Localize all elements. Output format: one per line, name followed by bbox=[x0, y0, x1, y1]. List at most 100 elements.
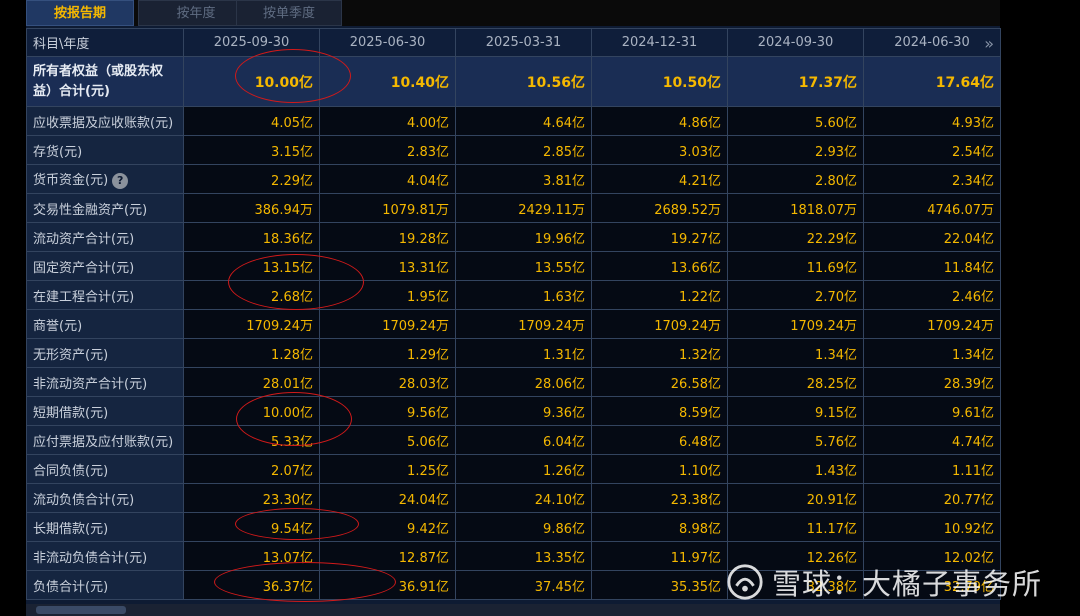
table-cell: 1.34亿 bbox=[727, 338, 864, 368]
table-cell: 3.15亿 bbox=[183, 135, 320, 165]
table-cell: 2.70亿 bbox=[727, 280, 864, 310]
table-cell: 4746.07万 bbox=[863, 193, 1001, 223]
table-cell: 5.06亿 bbox=[319, 425, 456, 455]
table-cell: 1.29亿 bbox=[319, 338, 456, 368]
table-cell: 4.21亿 bbox=[591, 164, 728, 194]
row-label-text: 应收票据及应收账款(元) bbox=[33, 115, 174, 131]
table-cell: 22.04亿 bbox=[863, 222, 1001, 252]
tab-bar: 按报告期 按年度 按单季度 bbox=[26, 0, 1000, 26]
table-cell: 1.43亿 bbox=[727, 454, 864, 484]
row-label-text: 货币资金(元) bbox=[33, 173, 109, 189]
table-cell: 9.61亿 bbox=[863, 396, 1001, 426]
table-cell: 11.17亿 bbox=[727, 512, 864, 542]
table-cell: 9.42亿 bbox=[319, 512, 456, 542]
row-label-text: 长期借款(元) bbox=[33, 521, 109, 537]
question-circle-icon[interactable]: ? bbox=[112, 172, 129, 189]
table-cell: 1.63亿 bbox=[455, 280, 592, 310]
double-chevron-right-icon[interactable]: » bbox=[984, 34, 994, 53]
row-label: 交易性金融资产(元) bbox=[26, 193, 184, 223]
table-cell: 24.04亿 bbox=[319, 483, 456, 513]
table-cell: 2.93亿 bbox=[727, 135, 864, 165]
row-label-text: 应付票据及应付账款(元) bbox=[33, 434, 174, 450]
table-cell: 18.36亿 bbox=[183, 222, 320, 252]
table-cell: 13.07亿 bbox=[183, 541, 320, 571]
table-cell: 36.37亿 bbox=[183, 570, 320, 600]
row-label: 负债合计(元) bbox=[26, 570, 184, 600]
table-cell: 2689.52万 bbox=[591, 193, 728, 223]
row-label: 流动资产合计(元) bbox=[26, 222, 184, 252]
table-row: 短期借款(元) 10.00亿 9.56亿 9.36亿 8.59亿 9.15亿 9.61亿 bbox=[26, 396, 1001, 426]
row-label: 非流动资产合计(元) bbox=[26, 367, 184, 397]
scrollbar-thumb[interactable] bbox=[36, 606, 126, 614]
table-cell: 8.98亿 bbox=[591, 512, 728, 542]
table-cell: 28.03亿 bbox=[319, 367, 456, 397]
row-label-text: 固定资产合计(元) bbox=[33, 260, 135, 276]
row-label-text: 短期借款(元) bbox=[33, 405, 109, 421]
table-cell: 2.85亿 bbox=[455, 135, 592, 165]
table-cell: 6.48亿 bbox=[591, 425, 728, 455]
tab-by-report-period[interactable]: 按报告期 bbox=[26, 0, 134, 26]
table-cell: 1.34亿 bbox=[863, 338, 1001, 368]
tab-by-quarter[interactable]: 按单季度 bbox=[236, 0, 342, 26]
table-cell: 1709.24万 bbox=[727, 309, 864, 339]
table-cell: 1.11亿 bbox=[863, 454, 1001, 484]
watermark: 雪球：大橘子事务所 bbox=[726, 562, 1042, 602]
table-cell: 5.60亿 bbox=[727, 106, 864, 136]
table-cell: 10.40亿 bbox=[319, 56, 456, 107]
table-cell: 9.54亿 bbox=[183, 512, 320, 542]
row-label-text: 非流动资产合计(元) bbox=[33, 376, 148, 392]
table-cell: 20.91亿 bbox=[727, 483, 864, 513]
row-label-text: 流动负债合计(元) bbox=[33, 492, 135, 508]
table-cell: 4.00亿 bbox=[319, 106, 456, 136]
row-label: 合同负债(元) bbox=[26, 454, 184, 484]
table-cell: 20.77亿 bbox=[863, 483, 1001, 513]
row-label: 所有者权益（或股东权益）合计(元) bbox=[26, 56, 184, 107]
table-cell: 4.86亿 bbox=[591, 106, 728, 136]
row-label-text: 负债合计(元) bbox=[33, 579, 109, 595]
table-cell: 2.46亿 bbox=[863, 280, 1001, 310]
table-cell: 10.56亿 bbox=[455, 56, 592, 107]
row-label: 非流动负债合计(元) bbox=[26, 541, 184, 571]
table-cell: 4.74亿 bbox=[863, 425, 1001, 455]
table-cell: 17.37亿 bbox=[727, 56, 864, 107]
table-cell: 1709.24万 bbox=[183, 309, 320, 339]
table-row: 应付票据及应付账款(元) 5.33亿 5.06亿 6.04亿 6.48亿 5.76亿 4.7… bbox=[26, 425, 1001, 455]
row-label-text: 存货(元) bbox=[33, 144, 83, 160]
table-cell: 8.59亿 bbox=[591, 396, 728, 426]
table-cell: 2.34亿 bbox=[863, 164, 1001, 194]
table-row: 非流动资产合计(元) 28.01亿 28.03亿 28.06亿 26.58亿 28.25亿… bbox=[26, 367, 1001, 397]
table-cell: 386.94万 bbox=[183, 193, 320, 223]
table-cell: 2.68亿 bbox=[183, 280, 320, 310]
table-cell: 23.30亿 bbox=[183, 483, 320, 513]
row-label-text: 非流动负债合计(元) bbox=[33, 550, 148, 566]
row-label-text: 在建工程合计(元) bbox=[33, 289, 135, 305]
table-row: 无形资产(元) 1.28亿 1.29亿 1.31亿 1.32亿 1.34亿 1.34亿 bbox=[26, 338, 1001, 368]
table-cell: 4.93亿 bbox=[863, 106, 1001, 136]
table-cell: 1818.07万 bbox=[727, 193, 864, 223]
table-cell: 17.64亿 bbox=[863, 56, 1001, 107]
row-label: 应收票据及应收账款(元) bbox=[26, 106, 184, 136]
table-cell: 1.31亿 bbox=[455, 338, 592, 368]
table-cell: 2.54亿 bbox=[863, 135, 1001, 165]
table-cell: 37.45亿 bbox=[455, 570, 592, 600]
table-cell: 2.07亿 bbox=[183, 454, 320, 484]
table-cell: 28.01亿 bbox=[183, 367, 320, 397]
column-header: 2024-06-30 » bbox=[863, 28, 1001, 57]
row-label-text: 合同负债(元) bbox=[33, 463, 109, 479]
table-row: 长期借款(元) 9.54亿 9.42亿 9.86亿 8.98亿 11.17亿 10.92亿 bbox=[26, 512, 1001, 542]
table-cell: 4.64亿 bbox=[455, 106, 592, 136]
table-cell: 13.55亿 bbox=[455, 251, 592, 281]
table-cell: 9.36亿 bbox=[455, 396, 592, 426]
table-cell: 9.15亿 bbox=[727, 396, 864, 426]
table-cell: 5.33亿 bbox=[183, 425, 320, 455]
watermark-text: 雪球：大橘子事务所 bbox=[772, 567, 1043, 601]
table-cell: 10.00亿 bbox=[183, 56, 320, 107]
row-label: 在建工程合计(元) bbox=[26, 280, 184, 310]
table-cell: 10.50亿 bbox=[591, 56, 728, 107]
row-label: 应付票据及应付账款(元) bbox=[26, 425, 184, 455]
horizontal-scrollbar[interactable] bbox=[26, 604, 1000, 616]
table-row: 交易性金融资产(元) 386.94万 1079.81万 2429.11万 2689.52… bbox=[26, 193, 1001, 223]
table-cell: 10.00亿 bbox=[183, 396, 320, 426]
table-cell: 1.22亿 bbox=[591, 280, 728, 310]
table-cell: 11.97亿 bbox=[591, 541, 728, 571]
